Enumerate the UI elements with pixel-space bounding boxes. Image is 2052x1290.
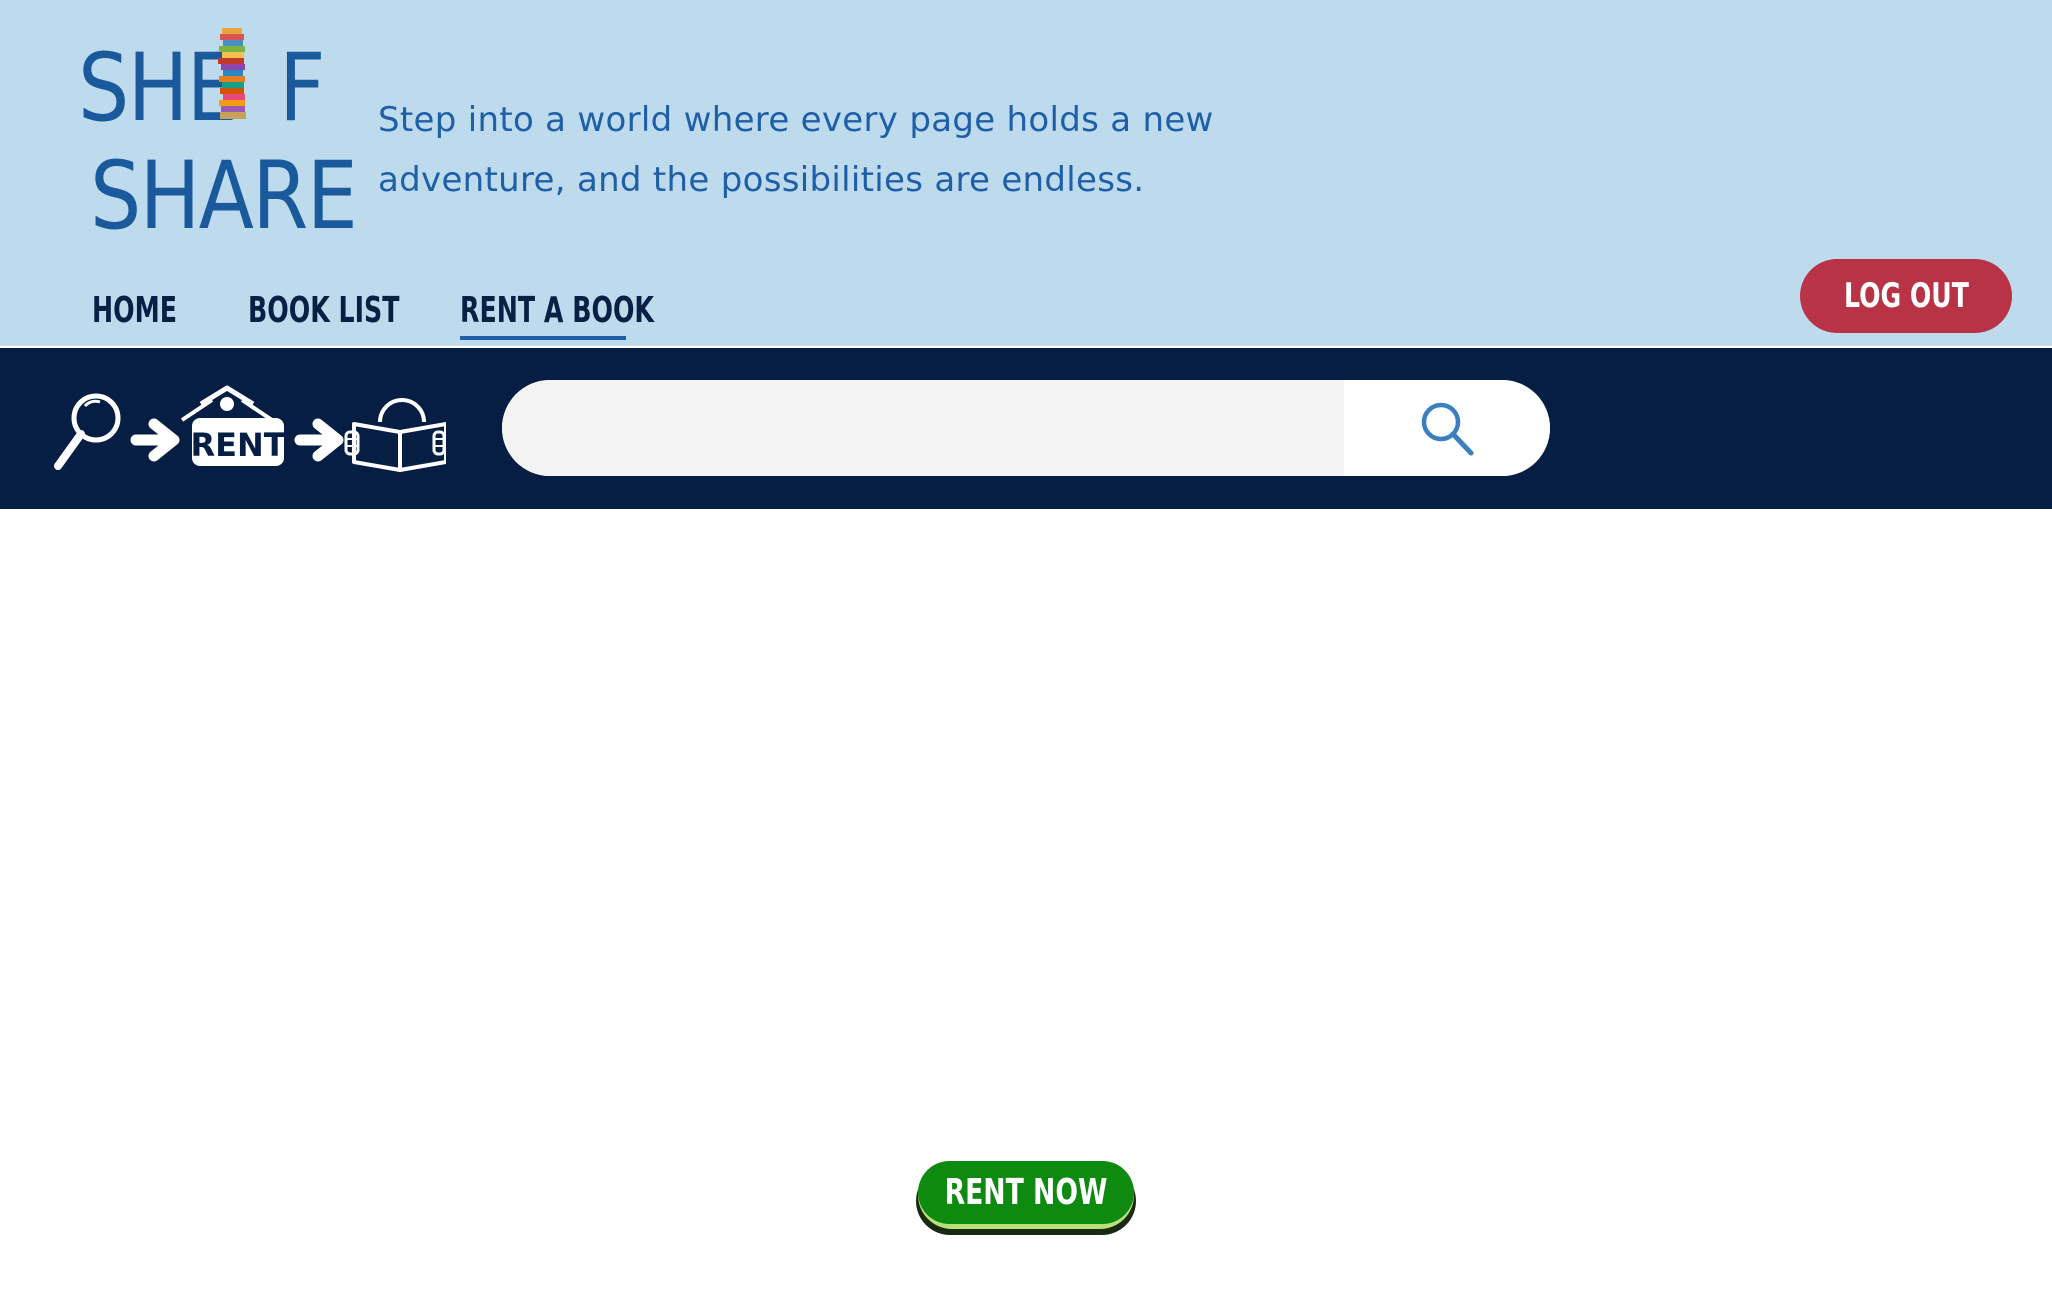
rent-now-label: RENT NOW xyxy=(944,1172,1108,1213)
nav-item-book-list[interactable]: BOOK LIST xyxy=(248,290,399,331)
logo-line-share: SHARE xyxy=(90,142,358,251)
rent-now-button[interactable]: RENT NOW xyxy=(916,1161,1136,1235)
magnifier-icon xyxy=(54,393,121,470)
tagline: Step into a world where every page holds… xyxy=(378,100,1214,200)
logout-label: LOG OUT xyxy=(1843,276,1969,316)
person-reading-icon xyxy=(344,398,446,472)
book-stack-icon xyxy=(218,28,246,119)
nav-item-home[interactable]: HOME xyxy=(92,290,177,331)
rent-sign-text: RENT xyxy=(190,426,285,464)
rent-sign-icon: RENT xyxy=(180,385,286,466)
search-input[interactable] xyxy=(502,380,1344,476)
rent-flow-graphic: RENT xyxy=(54,385,446,472)
shelf-share-logo[interactable]: SHE F SHARE xyxy=(78,22,358,244)
logo-line-shelf: SHE F xyxy=(78,34,326,143)
search-button[interactable] xyxy=(1344,380,1550,476)
active-nav-underline xyxy=(460,336,626,340)
rent-now-face: RENT NOW xyxy=(918,1161,1134,1224)
search-icon xyxy=(1421,402,1474,456)
arrow-right-icon xyxy=(294,418,344,462)
site-header: SHE F SHARE Step into a world where every… xyxy=(0,0,2052,346)
nav-item-rent-a-book[interactable]: RENT A BOOK xyxy=(460,290,654,331)
logout-button[interactable]: LOG OUT xyxy=(1800,259,2012,333)
search-bar xyxy=(502,380,1550,476)
arrow-right-icon xyxy=(130,418,180,462)
